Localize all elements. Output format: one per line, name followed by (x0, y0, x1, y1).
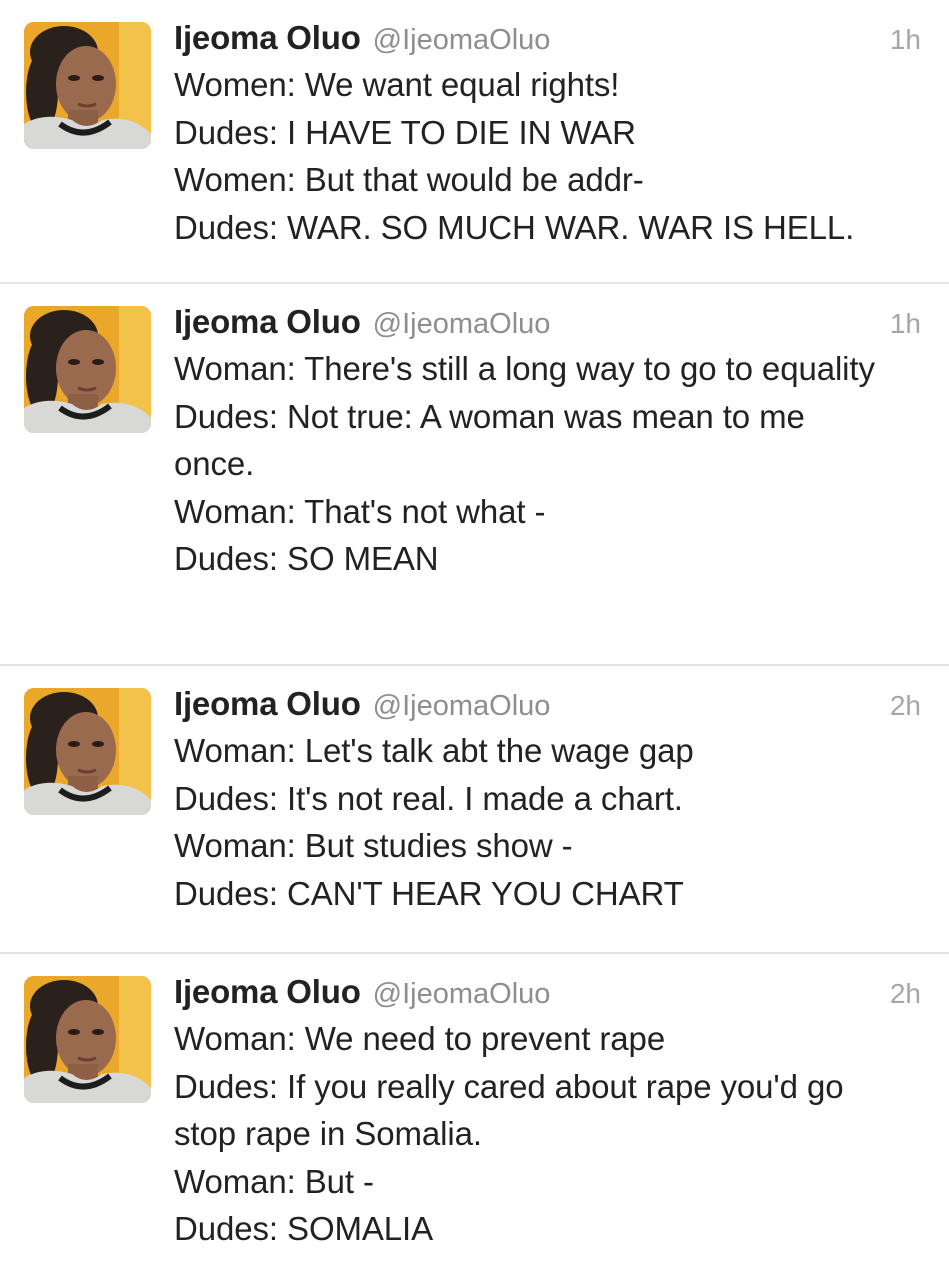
profile-photo-icon (24, 976, 151, 1103)
profile-photo-icon (24, 306, 151, 433)
tweet-line: Dudes: If you really cared about rape yo… (174, 1067, 844, 1153)
user-handle[interactable]: @IjeomaOluo (373, 690, 551, 723)
display-name[interactable]: Ijeoma Oluo (174, 973, 361, 1011)
tweet-header: Ijeoma Oluo @IjeomaOluo (174, 685, 921, 727)
tweet-line: Dudes: It's not real. I made a chart. (174, 779, 683, 817)
tweet-timeline: Ijeoma Oluo @IjeomaOluo 1h Women: We wan… (0, 0, 949, 1280)
profile-photo-icon (24, 22, 151, 149)
tweet-header: Ijeoma Oluo @IjeomaOluo (174, 973, 921, 1015)
tweet-line: Dudes: SO MEAN (174, 540, 439, 577)
avatar[interactable] (24, 22, 151, 149)
avatar[interactable] (24, 306, 151, 433)
tweet-line: Woman: There's still a long way to go to… (174, 350, 875, 387)
tweet-text: Women: We want equal rights! Dudes: I HA… (174, 61, 921, 251)
display-name[interactable]: Ijeoma Oluo (174, 19, 361, 57)
profile-photo-icon (24, 688, 151, 815)
tweet-line: Woman: But studies show - (174, 827, 573, 864)
tweet-line: Dudes: SOMALIA (174, 1210, 434, 1247)
tweet-line: Woman: We need to prevent rape (174, 1020, 666, 1057)
tweet-line: Woman: Let's talk abt the wage gap (174, 732, 694, 769)
user-handle[interactable]: @IjeomaOluo (373, 24, 551, 57)
tweet-text: Woman: There's still a long way to go to… (174, 345, 894, 583)
user-handle[interactable]: @IjeomaOluo (373, 308, 551, 341)
tweet[interactable]: Ijeoma Oluo @IjeomaOluo 2h Woman: We nee… (0, 954, 949, 1280)
user-handle[interactable]: @IjeomaOluo (373, 978, 551, 1011)
tweet-line: Women: We want equal rights! (174, 66, 620, 103)
avatar[interactable] (24, 688, 151, 815)
tweet-line: Dudes: WAR. SO MUCH WAR. WAR IS HELL. (174, 208, 855, 246)
tweet-header: Ijeoma Oluo @IjeomaOluo (174, 19, 921, 61)
timestamp[interactable]: 1h (890, 308, 921, 340)
timestamp[interactable]: 2h (890, 690, 921, 722)
tweet-line: Dudes: I HAVE TO DIE IN WAR (174, 113, 636, 151)
tweet[interactable]: Ijeoma Oluo @IjeomaOluo 2h Woman: Let's … (0, 666, 949, 954)
display-name[interactable]: Ijeoma Oluo (174, 685, 361, 723)
tweet-line: Dudes: CAN'T HEAR YOU CHART (174, 874, 684, 912)
tweet-text: Woman: We need to prevent rape Dudes: If… (174, 1015, 904, 1253)
tweet-line: Woman: That's not what - (174, 492, 546, 530)
timestamp[interactable]: 2h (890, 978, 921, 1010)
tweet-text: Woman: Let's talk abt the wage gap Dudes… (174, 727, 921, 917)
tweet-line: Dudes: Not true: A woman was mean to me … (174, 397, 805, 483)
tweet-line: Women: But that would be addr- (174, 161, 644, 198)
avatar[interactable] (24, 976, 151, 1103)
display-name[interactable]: Ijeoma Oluo (174, 303, 361, 341)
tweet[interactable]: Ijeoma Oluo @IjeomaOluo 1h Woman: There'… (0, 284, 949, 666)
tweet[interactable]: Ijeoma Oluo @IjeomaOluo 1h Women: We wan… (0, 0, 949, 284)
timestamp[interactable]: 1h (890, 24, 921, 56)
tweet-header: Ijeoma Oluo @IjeomaOluo (174, 303, 921, 345)
tweet-line: Woman: But - (174, 1162, 374, 1200)
